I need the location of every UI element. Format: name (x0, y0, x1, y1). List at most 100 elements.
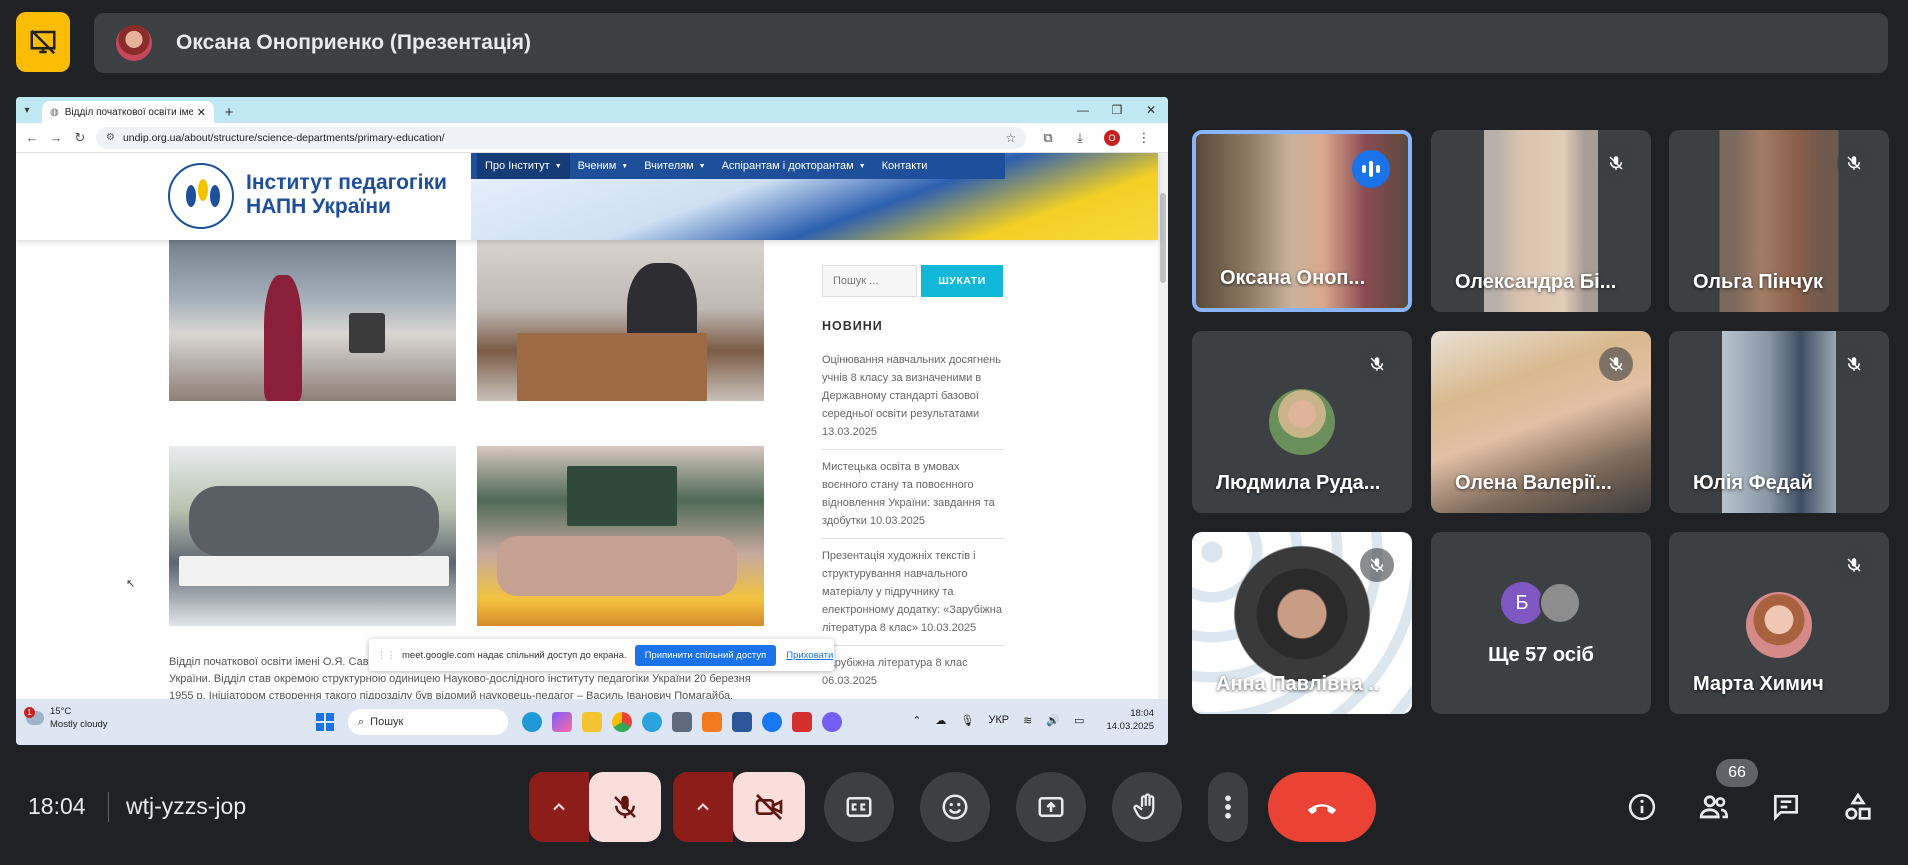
wifi-icon[interactable]: ≋ (1023, 714, 1032, 727)
reload-icon[interactable]: ↻ (68, 126, 92, 150)
weather-widget[interactable]: 15°C Mostly cloudy (24, 705, 108, 731)
nav-scientists[interactable]: Вченим ▼ (570, 153, 637, 179)
participant-avatar (1269, 389, 1335, 455)
unmute-button[interactable] (589, 772, 661, 842)
tab-search-icon[interactable]: ▾ (16, 97, 38, 123)
news-item[interactable]: Зарубіжна література 8 клас 06.03.2025 (822, 654, 1004, 698)
calculator-icon[interactable] (672, 712, 692, 732)
file-explorer-icon[interactable] (582, 712, 602, 732)
more-participants-avatars: Б (1501, 582, 1581, 624)
site-sidebar: ШУКАТИ НОВИНИ Оцінювання навчальних дося… (822, 233, 1022, 699)
nav-contacts[interactable]: Контакти (874, 153, 936, 179)
participant-tile[interactable]: Оксана Оноп... (1192, 130, 1412, 312)
news-item[interactable]: Мистецька освіта в умовах воєнного стану… (822, 458, 1004, 539)
audio-options-chevron-up-icon[interactable] (529, 772, 589, 842)
participant-tile[interactable]: Олександра Бі... (1431, 130, 1651, 312)
turn-on-camera-button[interactable] (733, 772, 805, 842)
more-participants-tile[interactable]: Б Ще 57 осіб (1431, 532, 1651, 714)
event-photo-3[interactable] (169, 446, 456, 626)
stop-sharing-button[interactable]: Припинити спільний доступ (634, 644, 777, 666)
profile-avatar[interactable]: O (1104, 129, 1120, 146)
video-options-chevron-up-icon[interactable] (673, 772, 733, 842)
word-icon[interactable] (732, 712, 752, 732)
acrobat-icon[interactable] (792, 712, 812, 732)
forward-icon[interactable]: → (44, 126, 68, 150)
facebook-icon[interactable] (762, 712, 782, 732)
hide-banner-link[interactable]: Приховати (786, 650, 833, 661)
drag-handle-icon[interactable]: ⋮⋮ (377, 650, 396, 661)
new-tab-icon[interactable]: + (218, 101, 240, 123)
presenter-title: Оксана Оноприенко (Презентація) (176, 31, 531, 54)
share-message: meet.google.com надає спільний доступ до… (402, 649, 627, 661)
vlc-icon[interactable] (702, 712, 722, 732)
present-screen-button[interactable] (1016, 772, 1086, 842)
close-window-icon[interactable]: ✕ (1134, 97, 1168, 123)
nav-about[interactable]: Про Інститут ▼ (477, 153, 570, 179)
viber-icon[interactable] (822, 712, 842, 732)
presenter-avatar (116, 25, 152, 61)
language-indicator[interactable]: УКР (988, 714, 1009, 726)
page-scrollbar[interactable] (1158, 153, 1168, 699)
closed-captions-icon (846, 797, 872, 817)
telegram-icon[interactable] (642, 712, 662, 732)
news-item[interactable]: Презентація художніх текстів і структуру… (822, 547, 1004, 646)
leave-call-button[interactable] (1268, 772, 1376, 842)
activities-button[interactable] (1836, 785, 1880, 829)
reactions-button[interactable] (920, 772, 990, 842)
site-logo-text[interactable]: Інститут педагогіки НАПН України (246, 171, 447, 219)
present-icon (1038, 797, 1064, 817)
copilot-icon[interactable] (552, 712, 572, 732)
chat-icon (1774, 795, 1798, 821)
participant-tile[interactable]: Анна Павлівна .. (1192, 532, 1412, 714)
participant-tile[interactable]: Людмила Руда... (1192, 331, 1412, 513)
participant-name: Юлія Федай (1693, 472, 1813, 494)
extensions-icon[interactable]: ⧉ (1032, 130, 1064, 146)
mic-off-icon (1837, 347, 1871, 381)
browser-menu-icon[interactable]: ⋮ (1128, 130, 1160, 146)
microphone-icon[interactable]: 🎙 (960, 714, 974, 727)
volume-icon[interactable]: 🔊 (1046, 714, 1060, 727)
taskbar-apps (522, 712, 852, 732)
participant-tile[interactable]: Ольга Пінчук (1669, 130, 1889, 312)
emoji-icon (942, 794, 968, 820)
back-icon[interactable]: ← (20, 126, 44, 150)
site-search-button[interactable]: ШУКАТИ (921, 265, 1003, 297)
event-photo-2[interactable] (477, 233, 764, 401)
minimize-icon[interactable]: — (1066, 97, 1100, 123)
site-search-input[interactable] (822, 265, 917, 297)
more-options-button[interactable] (1208, 772, 1248, 842)
address-bar[interactable]: ⚙ undip.org.ua/about/structure/science-d… (96, 126, 1026, 149)
globe-icon: ◍ (50, 106, 59, 118)
participant-tile[interactable]: Олена Валерії... (1431, 331, 1651, 513)
battery-icon[interactable]: ▭ (1074, 714, 1084, 727)
participant-tile[interactable]: Марта Химич (1669, 532, 1889, 714)
meeting-details-button[interactable] (1620, 785, 1664, 829)
nav-teachers[interactable]: Вчителям ▼ (636, 153, 713, 179)
taskbar-clock[interactable]: 18:04 14.03.2025 (1106, 707, 1154, 733)
event-photo-1[interactable] (169, 233, 456, 401)
bookmark-star-icon[interactable]: ☆ (1005, 131, 1016, 145)
download-icon[interactable]: ⤓ (1064, 130, 1096, 146)
windows-start-icon[interactable] (316, 713, 334, 731)
chevron-up-icon[interactable]: ⌃ (912, 714, 921, 727)
participant-tile[interactable]: Юлія Федай (1669, 331, 1889, 513)
browser-tab[interactable]: ◍ Відділ початкової освіти імені ✕ (42, 101, 214, 123)
restore-icon[interactable]: ❐ (1100, 97, 1134, 123)
captions-button[interactable] (824, 772, 894, 842)
participant-name: Людмила Руда... (1216, 472, 1381, 494)
raise-hand-button[interactable] (1112, 772, 1182, 842)
site-info-icon[interactable]: ⚙ (106, 132, 115, 143)
edge-icon[interactable] (522, 712, 542, 732)
taskbar-search[interactable]: ⌕ Пошук (348, 709, 508, 735)
close-tab-icon[interactable]: ✕ (197, 106, 206, 119)
chrome-icon[interactable] (612, 712, 632, 732)
chat-button[interactable] (1764, 785, 1808, 829)
nav-postgraduates[interactable]: Аспірантам і докторантам ▼ (714, 153, 874, 179)
onedrive-icon[interactable]: ☁ (935, 714, 946, 727)
news-item[interactable]: Оцінювання навчальних досягнень учнів 8 … (822, 351, 1004, 450)
info-icon (1628, 793, 1656, 821)
institute-logo-icon[interactable] (168, 163, 234, 229)
event-photo-4[interactable] (477, 446, 764, 626)
people-button[interactable] (1692, 785, 1736, 829)
stop-presenting-icon[interactable] (16, 12, 70, 72)
